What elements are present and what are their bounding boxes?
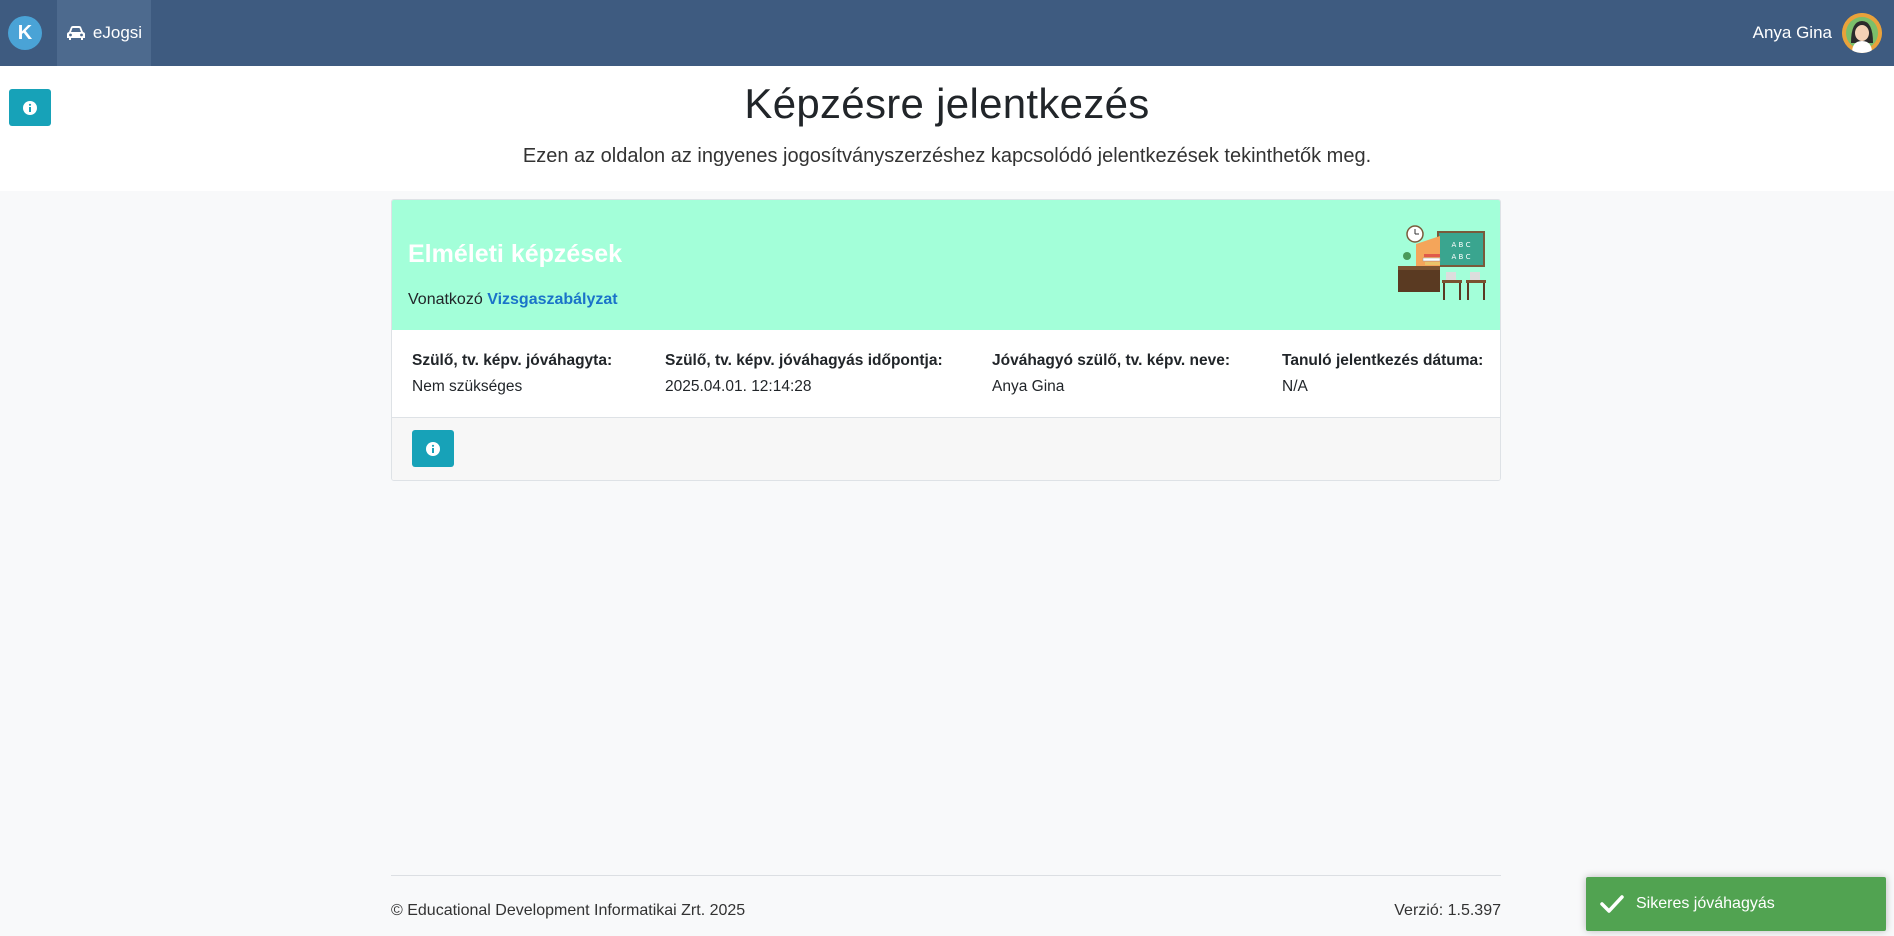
avatar[interactable]: [1842, 13, 1882, 53]
card-info-button[interactable]: [412, 430, 454, 467]
success-toast[interactable]: Sikeres jóváhagyás: [1586, 877, 1886, 931]
board-text-2: A B C: [1452, 253, 1471, 261]
field-value: Anya Gina: [992, 378, 1065, 395]
checkmark-icon: [1600, 895, 1624, 913]
brand-logo[interactable]: K: [8, 16, 42, 50]
rule-prefix: Vonatkozó: [408, 291, 483, 308]
top-navbar: K eJogsi Anya Gina: [0, 0, 1894, 66]
field-value: Nem szükséges: [412, 378, 523, 395]
training-card: Elméleti képzések Vonatkozó Vizsgaszabál…: [391, 199, 1501, 481]
brand-logo-letter: K: [17, 21, 33, 44]
card-title: Elméleti képzések: [408, 240, 623, 268]
user-avatar-icon: [1842, 13, 1882, 53]
footer-copyright: © Educational Development Informatikai Z…: [391, 902, 746, 919]
field-parent-approved: Szülő, tv. képv. jóváhagyta: Nem szükség…: [412, 352, 612, 396]
page-title: Képzésre jelentkezés: [744, 80, 1150, 127]
footer-divider: [391, 875, 1501, 876]
field-label: Szülő, tv. képv. jóváhagyás időpontja:: [665, 352, 943, 369]
user-name: Anya Gina: [1752, 23, 1832, 42]
nav-tab-label: eJogsi: [92, 23, 143, 42]
classroom-illustration: A B C A B C: [1398, 225, 1486, 300]
card-body: Szülő, tv. képv. jóváhagyta: Nem szükség…: [392, 330, 1500, 418]
nav-tab-ejogsi[interactable]: eJogsi: [57, 0, 151, 66]
user-menu[interactable]: Anya Gina: [1753, 0, 1882, 66]
card-footer: [392, 418, 1500, 480]
card-rule-line: Vonatkozó Vizsgaszabályzat: [408, 291, 618, 309]
footer-version: Verzió: 1.5.397: [1394, 902, 1501, 919]
toast-message: Sikeres jóváhagyás: [1636, 895, 1775, 912]
board-text-1: A B C: [1452, 241, 1471, 249]
field-approval-time: Szülő, tv. képv. jóváhagyás időpontja: 2…: [665, 352, 943, 396]
card-header: Elméleti képzések Vonatkozó Vizsgaszabál…: [392, 200, 1500, 330]
info-icon: [426, 441, 440, 456]
field-label: Jóváhagyó szülő, tv. képv. neve:: [992, 352, 1231, 369]
field-value: N/A: [1282, 378, 1308, 395]
field-label: Szülő, tv. képv. jóváhagyta:: [412, 352, 613, 369]
field-label: Tanuló jelentkezés dátuma:: [1282, 352, 1484, 369]
field-approver-name: Jóváhagyó szülő, tv. képv. neve: Anya Gi…: [992, 352, 1230, 396]
field-value: 2025.04.01. 12:14:28: [665, 378, 812, 395]
page-subtitle: Ezen az oldalon az ingyenes jogosítványs…: [522, 145, 1372, 167]
exam-rules-link[interactable]: Vizsgaszabályzat: [487, 291, 617, 308]
car-icon: [66, 26, 85, 40]
field-student-application-date: Tanuló jelentkezés dátuma: N/A: [1282, 352, 1483, 396]
